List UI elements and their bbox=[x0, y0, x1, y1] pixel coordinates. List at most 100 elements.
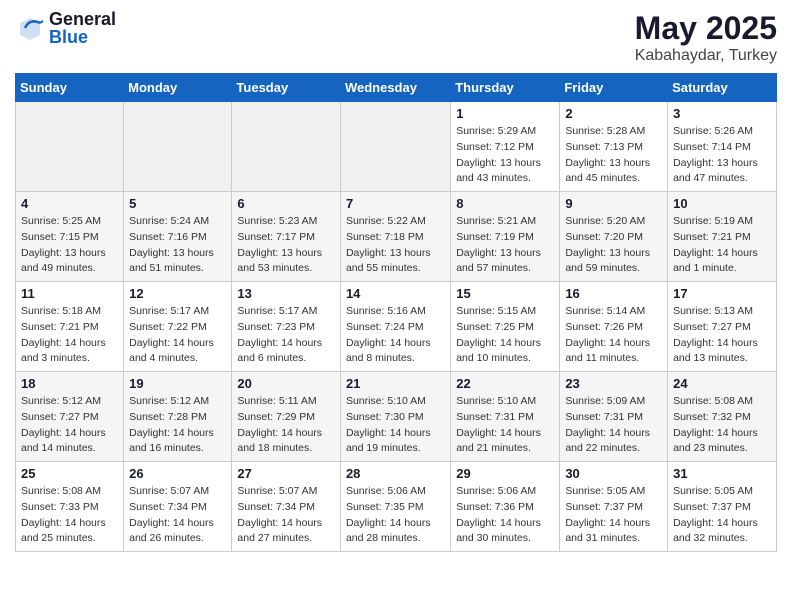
day-number: 2 bbox=[565, 106, 662, 121]
day-number: 18 bbox=[21, 376, 118, 391]
day-info: Sunrise: 5:22 AMSunset: 7:18 PMDaylight:… bbox=[346, 214, 445, 277]
day-info: Sunrise: 5:28 AMSunset: 7:13 PMDaylight:… bbox=[565, 124, 662, 187]
day-number: 21 bbox=[346, 376, 445, 391]
logo-icon bbox=[15, 13, 45, 43]
calendar-week-row: 18 Sunrise: 5:12 AMSunset: 7:27 PMDayligh… bbox=[16, 372, 777, 462]
calendar-cell: 4 Sunrise: 5:25 AMSunset: 7:15 PMDaylight… bbox=[16, 192, 124, 282]
day-info: Sunrise: 5:12 AMSunset: 7:28 PMDaylight:… bbox=[129, 394, 226, 457]
calendar-cell: 29 Sunrise: 5:06 AMSunset: 7:36 PMDayligh… bbox=[451, 462, 560, 552]
day-header-saturday: Saturday bbox=[668, 74, 777, 102]
day-number: 10 bbox=[673, 196, 771, 211]
day-number: 7 bbox=[346, 196, 445, 211]
day-header-sunday: Sunday bbox=[16, 74, 124, 102]
calendar-cell bbox=[340, 102, 450, 192]
day-info: Sunrise: 5:20 AMSunset: 7:20 PMDaylight:… bbox=[565, 214, 662, 277]
day-number: 12 bbox=[129, 286, 226, 301]
day-info: Sunrise: 5:09 AMSunset: 7:31 PMDaylight:… bbox=[565, 394, 662, 457]
logo-blue-text: Blue bbox=[49, 28, 116, 46]
day-info: Sunrise: 5:10 AMSunset: 7:30 PMDaylight:… bbox=[346, 394, 445, 457]
day-number: 14 bbox=[346, 286, 445, 301]
day-info: Sunrise: 5:18 AMSunset: 7:21 PMDaylight:… bbox=[21, 304, 118, 367]
day-info: Sunrise: 5:07 AMSunset: 7:34 PMDaylight:… bbox=[237, 484, 335, 547]
day-header-friday: Friday bbox=[560, 74, 668, 102]
month-year-title: May 2025 bbox=[635, 10, 777, 47]
calendar-cell: 5Sunrise: 5:24 AMSunset: 7:16 PMDaylight… bbox=[124, 192, 232, 282]
day-number: 11 bbox=[21, 286, 118, 301]
calendar-cell: 30Sunrise: 5:05 AMSunset: 7:37 PMDayligh… bbox=[560, 462, 668, 552]
day-info: Sunrise: 5:15 AMSunset: 7:25 PMDaylight:… bbox=[456, 304, 554, 367]
day-number: 27 bbox=[237, 466, 335, 481]
day-info: Sunrise: 5:24 AMSunset: 7:16 PMDaylight:… bbox=[129, 214, 226, 277]
calendar-cell: 16 Sunrise: 5:14 AMSunset: 7:26 PMDayligh… bbox=[560, 282, 668, 372]
day-info: Sunrise: 5:05 AMSunset: 7:37 PMDaylight:… bbox=[673, 484, 771, 547]
day-header-wednesday: Wednesday bbox=[340, 74, 450, 102]
calendar-cell: 6Sunrise: 5:23 AMSunset: 7:17 PMDaylight… bbox=[232, 192, 341, 282]
day-number: 31 bbox=[673, 466, 771, 481]
day-number: 1 bbox=[456, 106, 554, 121]
location-subtitle: Kabahaydar, Turkey bbox=[635, 47, 777, 65]
calendar-cell: 25 Sunrise: 5:08 AMSunset: 7:33 PMDayligh… bbox=[16, 462, 124, 552]
calendar-week-row: 11 Sunrise: 5:18 AMSunset: 7:21 PMDayligh… bbox=[16, 282, 777, 372]
day-number: 17 bbox=[673, 286, 771, 301]
day-number: 20 bbox=[237, 376, 335, 391]
calendar-cell bbox=[232, 102, 341, 192]
day-number: 9 bbox=[565, 196, 662, 211]
calendar-cell: 15 Sunrise: 5:15 AMSunset: 7:25 PMDayligh… bbox=[451, 282, 560, 372]
calendar-cell: 19Sunrise: 5:12 AMSunset: 7:28 PMDayligh… bbox=[124, 372, 232, 462]
day-number: 22 bbox=[456, 376, 554, 391]
calendar-cell: 23Sunrise: 5:09 AMSunset: 7:31 PMDayligh… bbox=[560, 372, 668, 462]
day-number: 30 bbox=[565, 466, 662, 481]
day-info: Sunrise: 5:21 AMSunset: 7:19 PMDaylight:… bbox=[456, 214, 554, 277]
calendar-cell: 2 Sunrise: 5:28 AMSunset: 7:13 PMDaylight… bbox=[560, 102, 668, 192]
day-number: 26 bbox=[129, 466, 226, 481]
calendar-cell: 18 Sunrise: 5:12 AMSunset: 7:27 PMDayligh… bbox=[16, 372, 124, 462]
day-number: 24 bbox=[673, 376, 771, 391]
days-header-row: SundayMondayTuesdayWednesdayThursdayFrid… bbox=[16, 74, 777, 102]
calendar-cell: 7 Sunrise: 5:22 AMSunset: 7:18 PMDaylight… bbox=[340, 192, 450, 282]
calendar-week-row: 4 Sunrise: 5:25 AMSunset: 7:15 PMDaylight… bbox=[16, 192, 777, 282]
day-number: 13 bbox=[237, 286, 335, 301]
day-info: Sunrise: 5:08 AMSunset: 7:33 PMDaylight:… bbox=[21, 484, 118, 547]
calendar-cell: 28Sunrise: 5:06 AMSunset: 7:35 PMDayligh… bbox=[340, 462, 450, 552]
calendar-cell: 3 Sunrise: 5:26 AMSunset: 7:14 PMDaylight… bbox=[668, 102, 777, 192]
day-number: 25 bbox=[21, 466, 118, 481]
day-number: 6 bbox=[237, 196, 335, 211]
day-number: 15 bbox=[456, 286, 554, 301]
day-header-thursday: Thursday bbox=[451, 74, 560, 102]
calendar-cell: 24Sunrise: 5:08 AMSunset: 7:32 PMDayligh… bbox=[668, 372, 777, 462]
day-info: Sunrise: 5:19 AMSunset: 7:21 PMDaylight:… bbox=[673, 214, 771, 277]
day-number: 16 bbox=[565, 286, 662, 301]
calendar-week-row: 1 Sunrise: 5:29 AMSunset: 7:12 PMDaylight… bbox=[16, 102, 777, 192]
calendar-cell: 10 Sunrise: 5:19 AMSunset: 7:21 PMDayligh… bbox=[668, 192, 777, 282]
calendar-cell: 11 Sunrise: 5:18 AMSunset: 7:21 PMDayligh… bbox=[16, 282, 124, 372]
calendar-body: 1 Sunrise: 5:29 AMSunset: 7:12 PMDaylight… bbox=[16, 102, 777, 552]
calendar-cell: 26Sunrise: 5:07 AMSunset: 7:34 PMDayligh… bbox=[124, 462, 232, 552]
calendar-cell bbox=[124, 102, 232, 192]
day-info: Sunrise: 5:12 AMSunset: 7:27 PMDaylight:… bbox=[21, 394, 118, 457]
day-header-tuesday: Tuesday bbox=[232, 74, 341, 102]
day-info: Sunrise: 5:25 AMSunset: 7:15 PMDaylight:… bbox=[21, 214, 118, 277]
day-number: 28 bbox=[346, 466, 445, 481]
calendar-cell: 9 Sunrise: 5:20 AMSunset: 7:20 PMDaylight… bbox=[560, 192, 668, 282]
day-info: Sunrise: 5:17 AMSunset: 7:22 PMDaylight:… bbox=[129, 304, 226, 367]
calendar-cell: 12 Sunrise: 5:17 AMSunset: 7:22 PMDayligh… bbox=[124, 282, 232, 372]
calendar-cell: 22 Sunrise: 5:10 AMSunset: 7:31 PMDayligh… bbox=[451, 372, 560, 462]
day-info: Sunrise: 5:13 AMSunset: 7:27 PMDaylight:… bbox=[673, 304, 771, 367]
logo-general-text: General bbox=[49, 10, 116, 28]
calendar-cell bbox=[16, 102, 124, 192]
calendar-cell: 8Sunrise: 5:21 AMSunset: 7:19 PMDaylight… bbox=[451, 192, 560, 282]
calendar-week-row: 25 Sunrise: 5:08 AMSunset: 7:33 PMDayligh… bbox=[16, 462, 777, 552]
day-info: Sunrise: 5:29 AMSunset: 7:12 PMDaylight:… bbox=[456, 124, 554, 187]
day-number: 3 bbox=[673, 106, 771, 121]
calendar-cell: 20Sunrise: 5:11 AMSunset: 7:29 PMDayligh… bbox=[232, 372, 341, 462]
day-info: Sunrise: 5:16 AMSunset: 7:24 PMDaylight:… bbox=[346, 304, 445, 367]
day-header-monday: Monday bbox=[124, 74, 232, 102]
day-info: Sunrise: 5:10 AMSunset: 7:31 PMDaylight:… bbox=[456, 394, 554, 457]
day-info: Sunrise: 5:14 AMSunset: 7:26 PMDaylight:… bbox=[565, 304, 662, 367]
day-number: 4 bbox=[21, 196, 118, 211]
day-info: Sunrise: 5:17 AMSunset: 7:23 PMDaylight:… bbox=[237, 304, 335, 367]
day-number: 29 bbox=[456, 466, 554, 481]
calendar-cell: 13 Sunrise: 5:17 AMSunset: 7:23 PMDayligh… bbox=[232, 282, 341, 372]
day-info: Sunrise: 5:06 AMSunset: 7:36 PMDaylight:… bbox=[456, 484, 554, 547]
day-info: Sunrise: 5:26 AMSunset: 7:14 PMDaylight:… bbox=[673, 124, 771, 187]
